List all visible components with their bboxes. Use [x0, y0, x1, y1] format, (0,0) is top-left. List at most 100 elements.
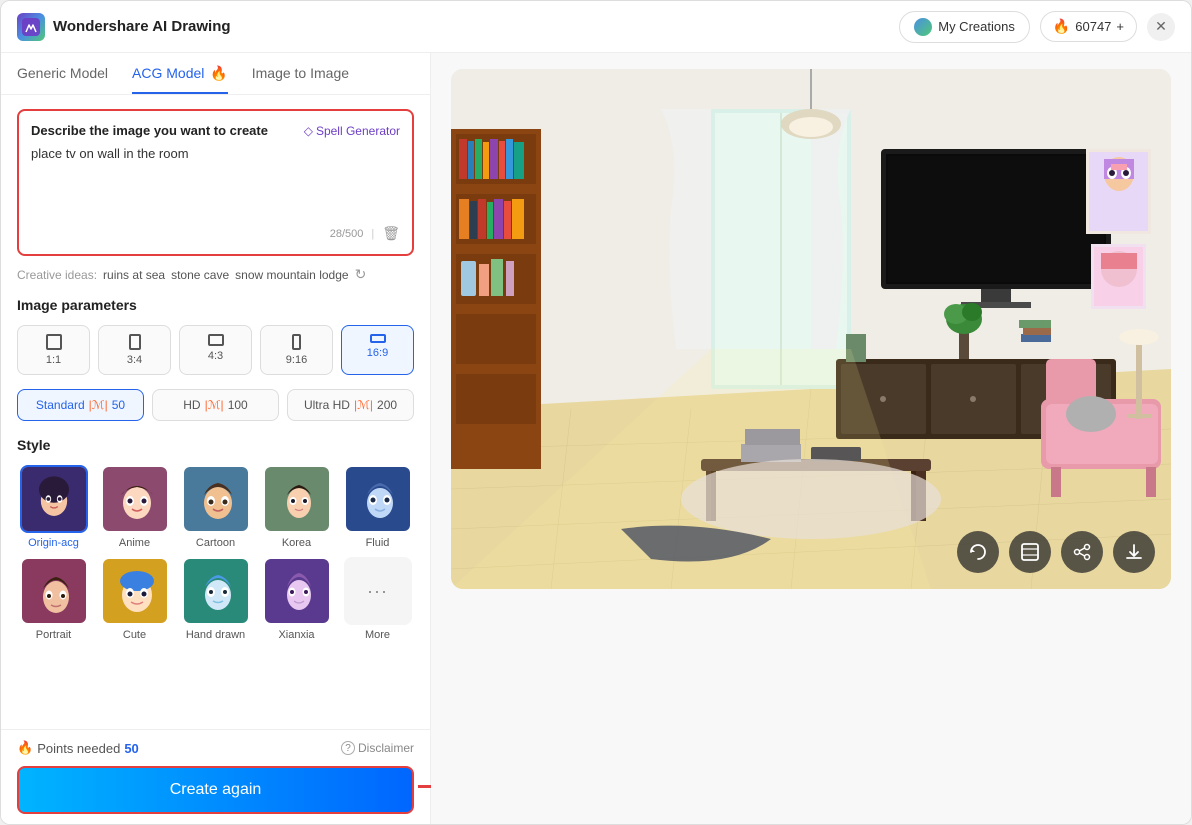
- style-item-anime[interactable]: Anime: [98, 465, 171, 549]
- image-parameters-section: Image parameters 1:1 3:4: [17, 297, 414, 421]
- style-item-xianxia[interactable]: Xianxia: [260, 557, 333, 641]
- tab-generic[interactable]: Generic Model: [17, 65, 108, 94]
- style-img-xianxia: [263, 557, 331, 625]
- quality-btn-hd[interactable]: HD |ℳ| 100: [152, 389, 279, 421]
- credits-value: 60747: [1075, 19, 1111, 34]
- clear-prompt-button[interactable]: 🗑: [382, 225, 400, 242]
- credits-icon: 🔥: [1053, 18, 1070, 35]
- more-dots: ···: [344, 557, 412, 625]
- credits-button[interactable]: 🔥 60747 +: [1040, 11, 1137, 42]
- ratio-icon-3-4: [129, 334, 141, 350]
- style-item-portrait[interactable]: Portrait: [17, 557, 90, 641]
- quality-btn-ultrahd[interactable]: Ultra HD |ℳ| 200: [287, 389, 414, 421]
- style-img-cute: [101, 557, 169, 625]
- quality-m-icon-standard: |ℳ|: [89, 398, 108, 412]
- prompt-footer: 28/500 | 🗑: [31, 225, 400, 242]
- main-content: Generic Model ACG Model 🔥 Image to Image…: [1, 53, 1191, 824]
- style-item-origin-acg[interactable]: Origin-acg: [17, 465, 90, 549]
- style-label-hand-drawn: Hand drawn: [186, 629, 245, 641]
- room-image: [451, 69, 1171, 589]
- share-button[interactable]: [1061, 531, 1103, 573]
- points-fire-icon: 🔥: [17, 740, 33, 756]
- my-creations-label: My Creations: [938, 19, 1015, 34]
- ratio-icon-9-16: [292, 334, 301, 350]
- ratio-btn-3-4[interactable]: 3:4: [98, 325, 171, 375]
- style-label-origin-acg: Origin-acg: [28, 537, 79, 549]
- ratio-btn-4-3[interactable]: 4:3: [179, 325, 252, 375]
- generated-image-container: [451, 69, 1171, 589]
- creative-ideas-row: Creative ideas: ruins at sea stone cave …: [17, 266, 414, 283]
- style-section-title: Style: [17, 437, 414, 453]
- title-bar: Wondershare AI Drawing My Creations 🔥 60…: [1, 1, 1191, 53]
- char-count: 28/500: [330, 228, 364, 240]
- style-item-cartoon[interactable]: Cartoon: [179, 465, 252, 549]
- style-section: Style: [17, 437, 414, 641]
- prompt-label: Describe the image you want to create: [31, 123, 268, 138]
- left-panel: Generic Model ACG Model 🔥 Image to Image…: [1, 53, 431, 824]
- prompt-divider: |: [371, 228, 374, 240]
- download-button[interactable]: [1113, 531, 1155, 573]
- ratio-btn-9-16[interactable]: 9:16: [260, 325, 333, 375]
- refresh-ideas-icon[interactable]: ↻: [355, 266, 367, 283]
- style-label-portrait: Portrait: [36, 629, 71, 641]
- quality-options-group: Standard |ℳ| 50 HD |ℳ| 100 Ultra HD |ℳ|: [17, 389, 414, 421]
- quality-m-icon-hd: |ℳ|: [205, 398, 224, 412]
- style-item-hand-drawn[interactable]: Hand drawn: [179, 557, 252, 641]
- left-scroll-area: Describe the image you want to create ◇ …: [1, 95, 430, 729]
- my-creations-button[interactable]: My Creations: [899, 11, 1030, 43]
- title-bar-right: My Creations 🔥 60747 + ✕: [899, 11, 1175, 43]
- ratio-btn-1-1[interactable]: 1:1: [17, 325, 90, 375]
- close-button[interactable]: ✕: [1147, 13, 1175, 41]
- ratio-icon-4-3: [208, 334, 224, 346]
- style-item-cute[interactable]: Cute: [98, 557, 171, 641]
- spell-icon: ◇: [304, 124, 313, 138]
- add-credits-icon: +: [1116, 19, 1124, 34]
- prompt-section: Describe the image you want to create ◇ …: [17, 109, 414, 256]
- style-img-hand-drawn: [182, 557, 250, 625]
- ratio-icon-16-9: [370, 334, 386, 343]
- my-creations-icon: [914, 18, 932, 36]
- prompt-input[interactable]: place tv on wall in the room: [31, 146, 400, 216]
- style-label-fluid: Fluid: [366, 537, 390, 549]
- more-style-label: More: [365, 629, 390, 641]
- style-label-cute: Cute: [123, 629, 146, 641]
- bottom-area: 🔥 Points needed 50 ? Disclaimer Create a…: [1, 729, 430, 824]
- style-img-portrait: [20, 557, 88, 625]
- creative-idea-2[interactable]: stone cave: [171, 268, 229, 282]
- style-more-button[interactable]: ··· More: [341, 557, 414, 641]
- tab-acg[interactable]: ACG Model 🔥: [132, 65, 228, 94]
- style-item-fluid[interactable]: Fluid: [341, 465, 414, 549]
- ratio-btn-16-9[interactable]: 16:9: [341, 325, 414, 375]
- tab-img2img[interactable]: Image to Image: [252, 65, 349, 94]
- style-img-fluid: [344, 465, 412, 533]
- style-img-cartoon: [182, 465, 250, 533]
- disclaimer-button[interactable]: ? Disclaimer: [341, 741, 414, 755]
- points-row: 🔥 Points needed 50 ? Disclaimer: [17, 740, 414, 756]
- points-value: 50: [124, 741, 138, 756]
- quality-btn-standard[interactable]: Standard |ℳ| 50: [17, 389, 144, 421]
- style-label-anime: Anime: [119, 537, 150, 549]
- creative-idea-3[interactable]: snow mountain lodge: [235, 268, 348, 282]
- app-logo: [17, 13, 45, 41]
- image-actions: [957, 531, 1155, 573]
- points-label: 🔥 Points needed 50: [17, 740, 139, 756]
- style-grid: Origin-acg: [17, 465, 414, 641]
- creative-idea-1[interactable]: ruins at sea: [103, 268, 165, 282]
- expand-button[interactable]: [1009, 531, 1051, 573]
- app-window: Wondershare AI Drawing My Creations 🔥 60…: [0, 0, 1192, 825]
- right-panel: [431, 53, 1191, 824]
- style-img-anime: [101, 465, 169, 533]
- creative-ideas-label: Creative ideas:: [17, 268, 97, 282]
- quality-m-icon-ultrahd: |ℳ|: [354, 398, 373, 412]
- aspect-ratio-group: 1:1 3:4 4:3 9:16: [17, 325, 414, 375]
- ratio-icon-1-1: [46, 334, 62, 350]
- create-again-button[interactable]: Create again: [17, 766, 414, 814]
- create-btn-wrapper: Create again: [17, 766, 414, 814]
- app-title: Wondershare AI Drawing: [53, 18, 899, 35]
- style-label-korea: Korea: [282, 537, 311, 549]
- style-img-origin-acg: [20, 465, 88, 533]
- image-parameters-title: Image parameters: [17, 297, 414, 313]
- regenerate-button[interactable]: [957, 531, 999, 573]
- spell-generator-button[interactable]: ◇ Spell Generator: [304, 124, 400, 138]
- style-item-korea[interactable]: Korea: [260, 465, 333, 549]
